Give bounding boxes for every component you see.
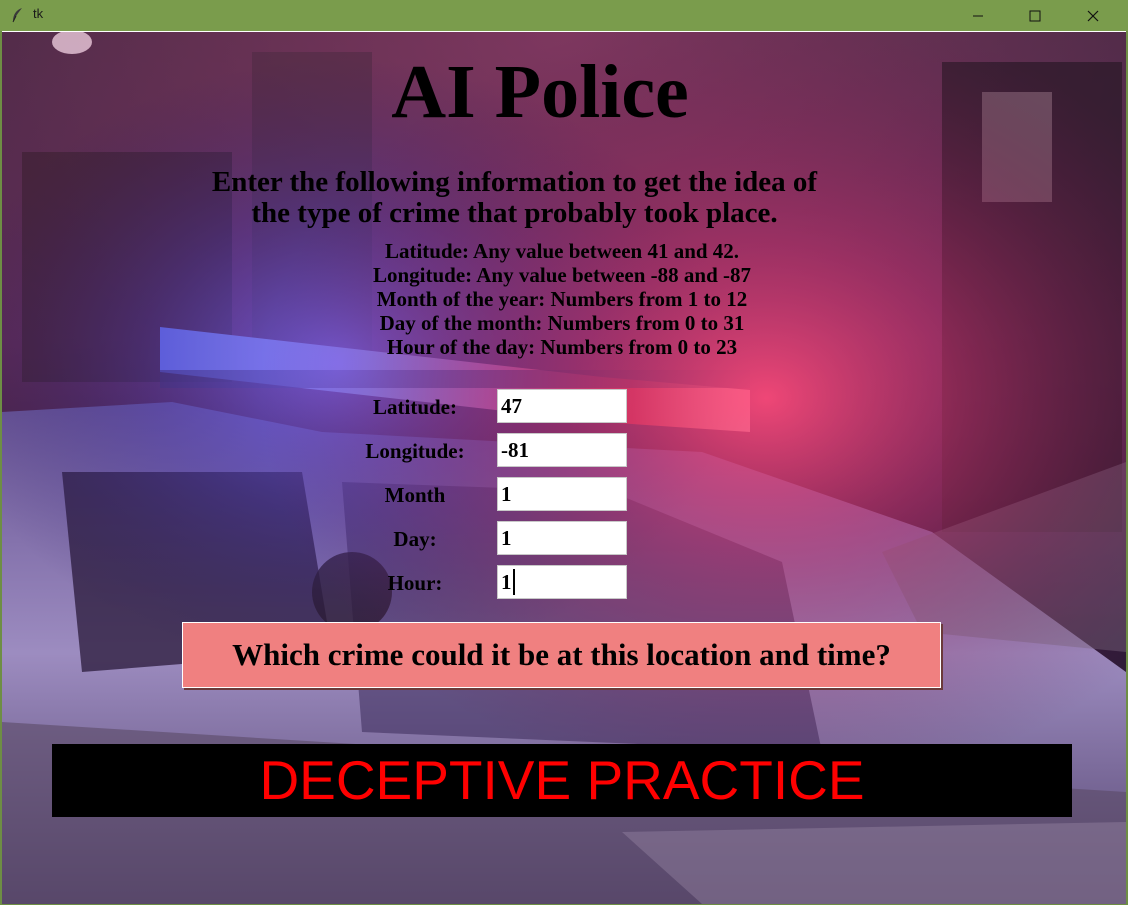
day-range-text: Day of the month: Numbers from 0 to 31 (379, 311, 745, 335)
latitude-label: Latitude: (373, 395, 457, 419)
minimize-button[interactable] (950, 0, 1008, 31)
hour-input[interactable] (497, 565, 627, 599)
latitude-range-text: Latitude: Any value between 41 and 42. (384, 239, 740, 263)
close-icon (1087, 10, 1099, 22)
longitude-range-text: Longitude: Any value between -88 and -87 (372, 263, 752, 287)
instructions-line-2: the type of crime that probably took pla… (251, 197, 778, 229)
longitude-label: Longitude: (365, 439, 465, 463)
minimize-icon (973, 15, 983, 17)
hour-label: Hour: (387, 571, 443, 595)
maximize-button[interactable] (1007, 0, 1065, 31)
instructions-heading: Enter the following information to get t… (152, 167, 877, 229)
latitude-input[interactable] (497, 389, 627, 423)
window-titlebar: tk (0, 0, 1128, 31)
maximize-icon (1029, 10, 1041, 22)
input-ranges-info: Latitude: Any value between 41 and 42. L… (262, 239, 862, 359)
instructions-line-1: Enter the following information to get t… (211, 166, 818, 198)
longitude-input[interactable] (497, 433, 627, 467)
close-button[interactable] (1065, 0, 1123, 31)
month-label: Month (384, 483, 446, 507)
day-input[interactable] (497, 521, 627, 555)
month-range-text: Month of the year: Numbers from 1 to 12 (376, 287, 748, 311)
text-cursor (513, 569, 515, 595)
prediction-result: DECEPTIVE PRACTICE (52, 744, 1072, 817)
predict-crime-button[interactable]: Which crime could it be at this location… (182, 622, 941, 688)
feather-icon (10, 7, 24, 23)
hour-range-text: Hour of the day: Numbers from 0 to 23 (386, 335, 738, 359)
app-window: AI Police Enter the following informatio… (2, 31, 1126, 904)
window-title: tk (33, 6, 44, 21)
app-title: AI Police (391, 50, 689, 134)
day-label: Day: (393, 527, 437, 551)
month-input[interactable] (497, 477, 627, 511)
